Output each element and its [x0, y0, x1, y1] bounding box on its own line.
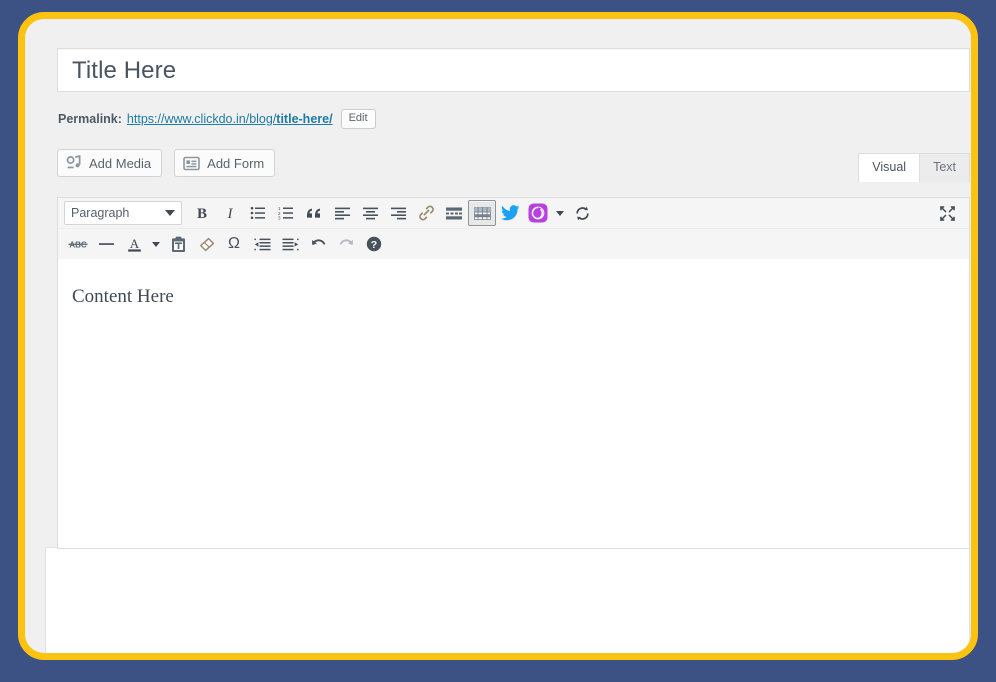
read-more-button[interactable]	[440, 200, 468, 226]
post-box-lower-panel	[45, 547, 970, 660]
editor-mode-tabs: Visual Text	[858, 153, 970, 182]
paste-as-text-icon	[171, 236, 186, 253]
add-form-button[interactable]: Add Form	[174, 149, 275, 177]
decrease-indent-button[interactable]	[248, 231, 276, 257]
post-title-value: Title Here	[72, 56, 176, 86]
post-editor-column: Title Here Permalink: https://www.clickd…	[35, 19, 970, 549]
text-color-icon: A	[126, 236, 143, 253]
special-character-icon: Ω	[228, 235, 240, 253]
tab-visual[interactable]: Visual	[858, 153, 920, 182]
special-character-button[interactable]: Ω	[220, 231, 248, 257]
post-title-input[interactable]: Title Here	[57, 48, 970, 92]
grammarly-button[interactable]	[524, 200, 552, 226]
clear-formatting-button[interactable]	[192, 231, 220, 257]
align-left-button[interactable]	[328, 200, 356, 226]
svg-text:3: 3	[278, 216, 281, 220]
sync-button[interactable]	[568, 200, 596, 226]
table-icon	[474, 207, 491, 220]
table-button[interactable]	[468, 200, 496, 226]
blockquote-icon	[306, 206, 323, 220]
read-more-icon	[446, 207, 462, 220]
text-color-caret-icon[interactable]	[152, 242, 160, 247]
strikethrough-button[interactable]: ABC	[64, 231, 92, 257]
undo-icon	[310, 237, 327, 252]
increase-indent-button[interactable]	[276, 231, 304, 257]
blockquote-button[interactable]	[300, 200, 328, 226]
bulleted-list-icon	[250, 206, 266, 220]
redo-button[interactable]	[332, 231, 360, 257]
italic-button[interactable]: I	[216, 200, 244, 226]
numbered-list-icon: 1 2 3	[278, 206, 294, 220]
fullscreen-button[interactable]	[933, 200, 961, 226]
add-media-label: Add Media	[89, 156, 151, 171]
add-media-icon	[66, 155, 82, 171]
twitter-icon	[501, 205, 520, 221]
sync-icon	[574, 205, 591, 222]
permalink-url-prefix: https://www.clickdo.in/blog/	[127, 112, 276, 126]
permalink-row: Permalink: https://www.clickdo.in/blog/t…	[58, 107, 376, 131]
undo-button[interactable]	[304, 231, 332, 257]
editor-toolbar: Paragraph B I	[57, 197, 970, 260]
strikethrough-icon: ABC	[67, 238, 89, 250]
increase-indent-icon	[282, 238, 299, 251]
svg-text:I: I	[227, 206, 234, 221]
align-center-icon	[363, 207, 378, 220]
decrease-indent-icon	[254, 238, 271, 251]
tab-text[interactable]: Text	[919, 153, 970, 182]
twitter-button[interactable]	[496, 200, 524, 226]
fullscreen-icon	[939, 205, 956, 222]
bold-button[interactable]: B	[188, 200, 216, 226]
horizontal-rule-icon	[98, 238, 115, 250]
add-media-button[interactable]: Add Media	[57, 149, 162, 177]
link-button[interactable]	[412, 200, 440, 226]
clear-formatting-icon	[198, 237, 215, 252]
redo-icon	[338, 237, 355, 252]
align-right-button[interactable]	[384, 200, 412, 226]
permalink-url-slug: title-here/	[276, 112, 332, 126]
permalink-label: Permalink:	[58, 112, 122, 126]
chevron-down-icon	[165, 210, 175, 216]
bold-icon: B	[194, 205, 210, 221]
format-select[interactable]: Paragraph	[64, 201, 182, 225]
paste-as-text-button[interactable]	[164, 231, 192, 257]
numbered-list-button[interactable]: 1 2 3	[272, 200, 300, 226]
permalink-link[interactable]: https://www.clickdo.in/blog/title-here/	[127, 112, 333, 126]
media-buttons-row: Add Media Add Form	[57, 149, 275, 177]
add-form-label: Add Form	[207, 156, 264, 171]
post-content-editor[interactable]: Content Here	[57, 259, 970, 549]
svg-text:?: ?	[371, 239, 377, 251]
add-form-icon	[183, 156, 200, 171]
grammarly-icon	[528, 203, 548, 223]
post-content-value: Content Here	[72, 285, 174, 309]
grammarly-dropdown-caret-icon[interactable]	[556, 211, 564, 216]
edit-permalink-button[interactable]: Edit	[341, 109, 376, 129]
align-right-icon	[391, 207, 406, 220]
toolbar-row-2: ABC A	[58, 229, 969, 259]
keyboard-shortcuts-icon: ?	[366, 236, 382, 252]
editor-frame: Title Here Permalink: https://www.clickd…	[18, 12, 978, 660]
align-center-button[interactable]	[356, 200, 384, 226]
bulleted-list-button[interactable]	[244, 200, 272, 226]
link-icon	[418, 205, 435, 221]
toolbar-row-1: Paragraph B I	[58, 198, 969, 229]
text-color-button[interactable]: A	[120, 231, 148, 257]
align-left-icon	[335, 207, 350, 220]
italic-icon: I	[222, 205, 238, 221]
horizontal-rule-button[interactable]	[92, 231, 120, 257]
svg-text:A: A	[129, 236, 139, 251]
svg-text:B: B	[197, 206, 207, 221]
keyboard-shortcuts-button[interactable]: ?	[360, 231, 388, 257]
format-select-value: Paragraph	[71, 206, 129, 220]
